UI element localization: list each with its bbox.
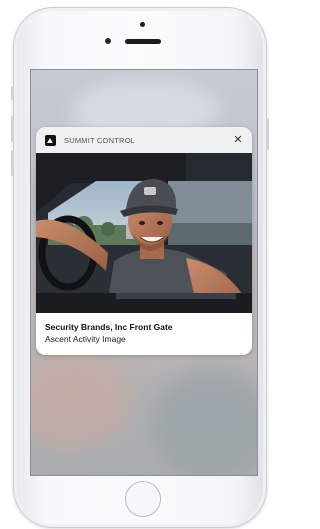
wallpaper-blur [151, 370, 257, 475]
summit-control-app-icon [45, 134, 56, 146]
notification-card[interactable]: SUMMIT CONTROL ✕ Security Brands, Inc Fr… [36, 127, 252, 355]
notification-subtitle: Ascent Activity Image [45, 334, 126, 344]
notification-title: Security Brands, Inc Front Gate [45, 322, 173, 332]
phone-volume-down-button [11, 150, 14, 176]
activity-image[interactable] [36, 153, 252, 313]
close-icon[interactable]: ✕ [231, 133, 245, 147]
notification-header: SUMMIT CONTROL ✕ [36, 127, 252, 153]
app-name: SUMMIT CONTROL [64, 135, 135, 145]
man-in-truck-photo [36, 153, 252, 313]
phone-silent-switch [11, 86, 14, 100]
home-button[interactable] [125, 481, 161, 517]
proximity-sensor [105, 38, 111, 44]
notification-body: Security Brands, Inc Front Gate Ascent A… [36, 313, 252, 355]
wallpaper-blur [31, 360, 131, 450]
front-camera [140, 22, 145, 27]
earpiece-speaker [125, 39, 161, 44]
phone-volume-up-button [11, 116, 14, 142]
phone-power-button [266, 118, 269, 150]
